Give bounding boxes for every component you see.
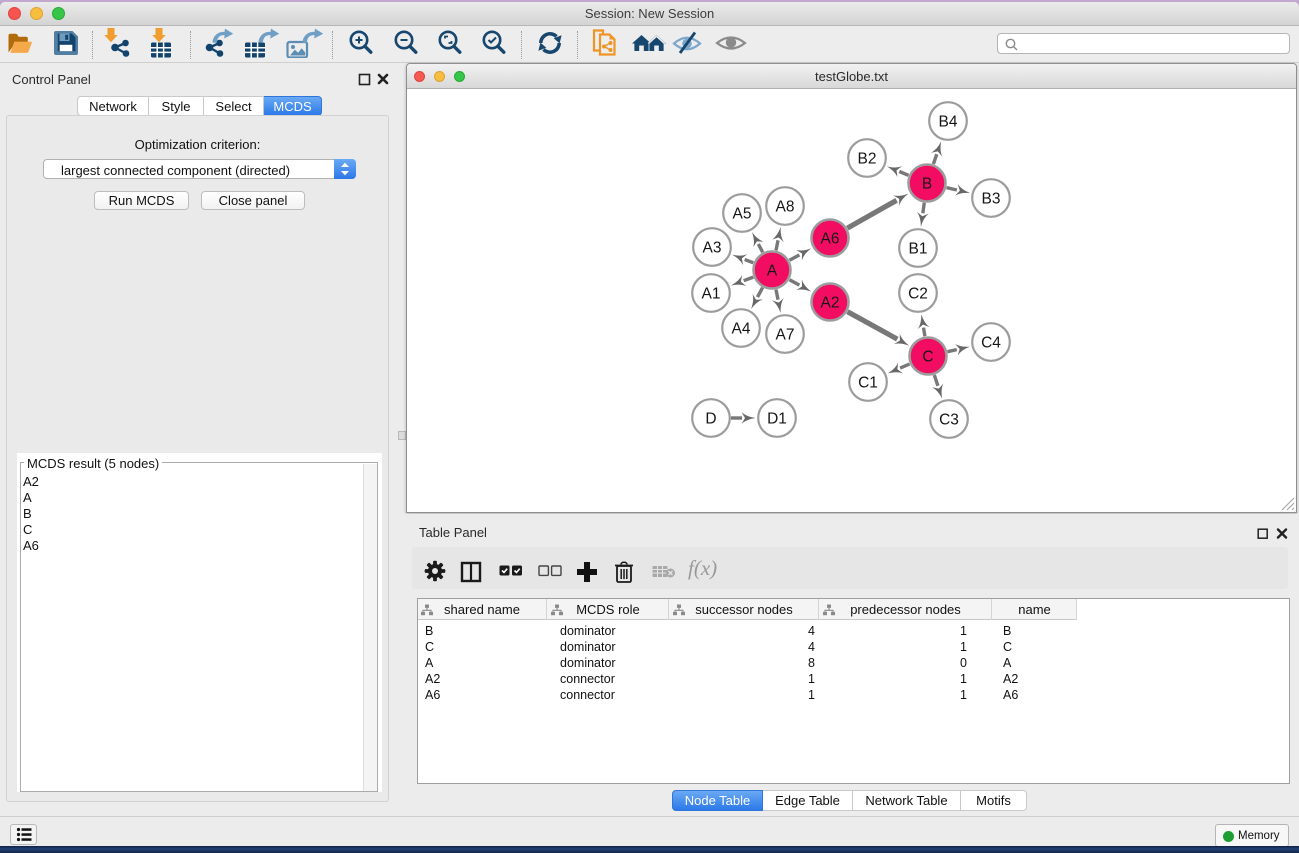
svg-text:B2: B2: [858, 151, 877, 168]
svg-text:C4: C4: [981, 335, 1001, 352]
svg-text:C1: C1: [858, 375, 878, 392]
svg-text:B1: B1: [909, 241, 928, 258]
svg-text:A7: A7: [776, 327, 795, 344]
svg-text:B: B: [922, 176, 932, 193]
svg-text:A5: A5: [733, 206, 752, 223]
svg-text:A3: A3: [703, 240, 722, 257]
svg-text:C: C: [922, 349, 933, 366]
svg-text:A1: A1: [702, 286, 721, 303]
svg-text:B3: B3: [982, 191, 1001, 208]
svg-text:D: D: [705, 411, 716, 428]
svg-text:A6: A6: [821, 231, 840, 248]
svg-text:C3: C3: [939, 412, 959, 429]
svg-text:A: A: [767, 263, 778, 280]
svg-text:C2: C2: [908, 286, 928, 303]
svg-text:D1: D1: [767, 411, 787, 428]
svg-text:A2: A2: [821, 295, 840, 312]
svg-text:B4: B4: [939, 114, 958, 131]
svg-text:A4: A4: [732, 321, 751, 338]
svg-text:A8: A8: [776, 199, 795, 216]
